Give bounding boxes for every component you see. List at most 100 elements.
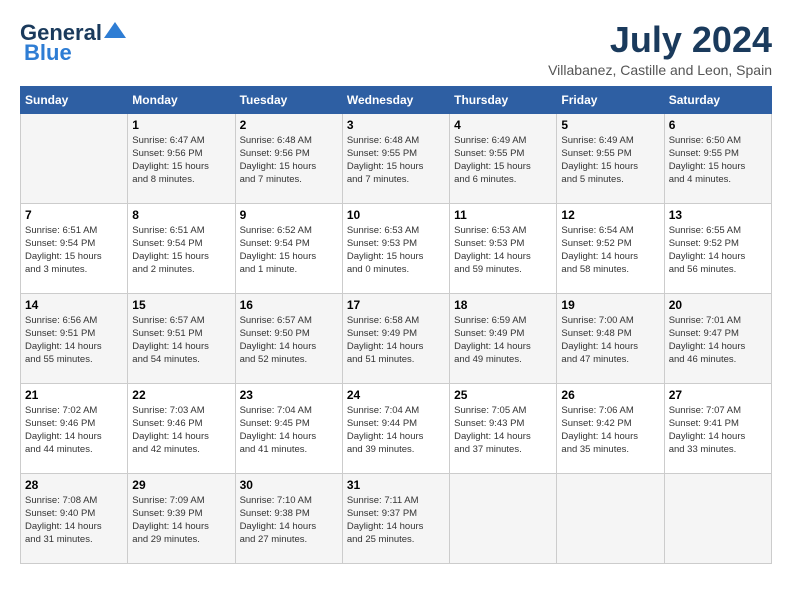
day-info: Sunrise: 6:59 AM Sunset: 9:49 PM Dayligh… <box>454 314 552 367</box>
day-number: 20 <box>669 298 767 312</box>
day-info: Sunrise: 6:49 AM Sunset: 9:55 PM Dayligh… <box>561 134 659 187</box>
day-info: Sunrise: 6:50 AM Sunset: 9:55 PM Dayligh… <box>669 134 767 187</box>
calendar-cell: 8 Sunrise: 6:51 AM Sunset: 9:54 PM Daylig… <box>128 203 235 293</box>
calendar-cell: 30 Sunrise: 7:10 AM Sunset: 9:38 PM Dayli… <box>235 473 342 563</box>
calendar-cell <box>21 113 128 203</box>
day-info: Sunrise: 6:51 AM Sunset: 9:54 PM Dayligh… <box>25 224 123 277</box>
calendar-cell: 4 Sunrise: 6:49 AM Sunset: 9:55 PM Daylig… <box>450 113 557 203</box>
day-info: Sunrise: 6:58 AM Sunset: 9:49 PM Dayligh… <box>347 314 445 367</box>
day-number: 5 <box>561 118 659 132</box>
calendar-cell: 17 Sunrise: 6:58 AM Sunset: 9:49 PM Dayli… <box>342 293 449 383</box>
calendar-cell: 10 Sunrise: 6:53 AM Sunset: 9:53 PM Dayli… <box>342 203 449 293</box>
calendar-cell: 27 Sunrise: 7:07 AM Sunset: 9:41 PM Dayli… <box>664 383 771 473</box>
day-number: 19 <box>561 298 659 312</box>
day-number: 24 <box>347 388 445 402</box>
day-number: 21 <box>25 388 123 402</box>
calendar-cell: 3 Sunrise: 6:48 AM Sunset: 9:55 PM Daylig… <box>342 113 449 203</box>
weekday-friday: Friday <box>557 86 664 113</box>
weekday-sunday: Sunday <box>21 86 128 113</box>
week-row-4: 21 Sunrise: 7:02 AM Sunset: 9:46 PM Dayli… <box>21 383 772 473</box>
day-number: 18 <box>454 298 552 312</box>
calendar-cell: 13Sunrise: 6:55 AM Sunset: 9:52 PM Dayli… <box>664 203 771 293</box>
weekday-saturday: Saturday <box>664 86 771 113</box>
weekday-header-row: SundayMondayTuesdayWednesdayThursdayFrid… <box>21 86 772 113</box>
day-number: 4 <box>454 118 552 132</box>
logo: General Blue <box>20 20 126 66</box>
day-info: Sunrise: 6:57 AM Sunset: 9:51 PM Dayligh… <box>132 314 230 367</box>
day-info: Sunrise: 7:04 AM Sunset: 9:44 PM Dayligh… <box>347 404 445 457</box>
day-number: 1 <box>132 118 230 132</box>
calendar-body: 1 Sunrise: 6:47 AM Sunset: 9:56 PM Daylig… <box>21 113 772 563</box>
day-info: Sunrise: 6:54 AM Sunset: 9:52 PM Dayligh… <box>561 224 659 277</box>
calendar-cell: 21 Sunrise: 7:02 AM Sunset: 9:46 PM Dayli… <box>21 383 128 473</box>
calendar-cell: 28Sunrise: 7:08 AM Sunset: 9:40 PM Dayli… <box>21 473 128 563</box>
day-number: 9 <box>240 208 338 222</box>
title-area: July 2024 Villabanez, Castille and Leon,… <box>548 20 772 78</box>
calendar-cell: 25 Sunrise: 7:05 AM Sunset: 9:43 PM Dayli… <box>450 383 557 473</box>
calendar-cell: 18 Sunrise: 6:59 AM Sunset: 9:49 PM Dayli… <box>450 293 557 383</box>
day-info: Sunrise: 6:49 AM Sunset: 9:55 PM Dayligh… <box>454 134 552 187</box>
calendar-cell: 11Sunrise: 6:53 AM Sunset: 9:53 PM Dayli… <box>450 203 557 293</box>
day-info: Sunrise: 7:06 AM Sunset: 9:42 PM Dayligh… <box>561 404 659 457</box>
day-number: 10 <box>347 208 445 222</box>
calendar-table: SundayMondayTuesdayWednesdayThursdayFrid… <box>20 86 772 564</box>
day-number: 3 <box>347 118 445 132</box>
day-number: 27 <box>669 388 767 402</box>
week-row-5: 28Sunrise: 7:08 AM Sunset: 9:40 PM Dayli… <box>21 473 772 563</box>
day-number: 30 <box>240 478 338 492</box>
week-row-1: 1 Sunrise: 6:47 AM Sunset: 9:56 PM Daylig… <box>21 113 772 203</box>
calendar-cell: 19 Sunrise: 7:00 AM Sunset: 9:48 PM Dayli… <box>557 293 664 383</box>
day-number: 17 <box>347 298 445 312</box>
calendar-cell: 26 Sunrise: 7:06 AM Sunset: 9:42 PM Dayli… <box>557 383 664 473</box>
calendar-cell: 9 Sunrise: 6:52 AM Sunset: 9:54 PM Daylig… <box>235 203 342 293</box>
day-info: Sunrise: 6:53 AM Sunset: 9:53 PM Dayligh… <box>347 224 445 277</box>
day-number: 12 <box>561 208 659 222</box>
day-number: 14 <box>25 298 123 312</box>
logo-blue: Blue <box>24 40 72 66</box>
day-info: Sunrise: 7:01 AM Sunset: 9:47 PM Dayligh… <box>669 314 767 367</box>
day-number: 22 <box>132 388 230 402</box>
calendar-cell: 1 Sunrise: 6:47 AM Sunset: 9:56 PM Daylig… <box>128 113 235 203</box>
day-info: Sunrise: 6:51 AM Sunset: 9:54 PM Dayligh… <box>132 224 230 277</box>
calendar-cell <box>557 473 664 563</box>
week-row-3: 14Sunrise: 6:56 AM Sunset: 9:51 PM Dayli… <box>21 293 772 383</box>
day-info: Sunrise: 7:00 AM Sunset: 9:48 PM Dayligh… <box>561 314 659 367</box>
weekday-wednesday: Wednesday <box>342 86 449 113</box>
week-row-2: 7 Sunrise: 6:51 AM Sunset: 9:54 PM Daylig… <box>21 203 772 293</box>
calendar-cell: 16Sunrise: 6:57 AM Sunset: 9:50 PM Dayli… <box>235 293 342 383</box>
calendar-cell: 20 Sunrise: 7:01 AM Sunset: 9:47 PM Dayli… <box>664 293 771 383</box>
day-info: Sunrise: 6:48 AM Sunset: 9:55 PM Dayligh… <box>347 134 445 187</box>
day-number: 26 <box>561 388 659 402</box>
day-info: Sunrise: 6:53 AM Sunset: 9:53 PM Dayligh… <box>454 224 552 277</box>
day-number: 25 <box>454 388 552 402</box>
day-number: 7 <box>25 208 123 222</box>
day-info: Sunrise: 7:08 AM Sunset: 9:40 PM Dayligh… <box>25 494 123 547</box>
calendar-cell: 6 Sunrise: 6:50 AM Sunset: 9:55 PM Daylig… <box>664 113 771 203</box>
day-number: 8 <box>132 208 230 222</box>
day-info: Sunrise: 7:07 AM Sunset: 9:41 PM Dayligh… <box>669 404 767 457</box>
day-info: Sunrise: 6:48 AM Sunset: 9:56 PM Dayligh… <box>240 134 338 187</box>
calendar-cell: 29Sunrise: 7:09 AM Sunset: 9:39 PM Dayli… <box>128 473 235 563</box>
calendar-cell: 23Sunrise: 7:04 AM Sunset: 9:45 PM Dayli… <box>235 383 342 473</box>
calendar-cell: 2 Sunrise: 6:48 AM Sunset: 9:56 PM Daylig… <box>235 113 342 203</box>
weekday-tuesday: Tuesday <box>235 86 342 113</box>
day-number: 6 <box>669 118 767 132</box>
weekday-thursday: Thursday <box>450 86 557 113</box>
day-info: Sunrise: 7:04 AM Sunset: 9:45 PM Dayligh… <box>240 404 338 457</box>
day-number: 31 <box>347 478 445 492</box>
day-info: Sunrise: 7:05 AM Sunset: 9:43 PM Dayligh… <box>454 404 552 457</box>
day-info: Sunrise: 6:52 AM Sunset: 9:54 PM Dayligh… <box>240 224 338 277</box>
logo-icon <box>104 22 126 38</box>
day-number: 16 <box>240 298 338 312</box>
day-info: Sunrise: 7:02 AM Sunset: 9:46 PM Dayligh… <box>25 404 123 457</box>
day-info: Sunrise: 6:47 AM Sunset: 9:56 PM Dayligh… <box>132 134 230 187</box>
day-number: 15 <box>132 298 230 312</box>
day-info: Sunrise: 7:10 AM Sunset: 9:38 PM Dayligh… <box>240 494 338 547</box>
day-number: 2 <box>240 118 338 132</box>
calendar-cell: 15 Sunrise: 6:57 AM Sunset: 9:51 PM Dayli… <box>128 293 235 383</box>
calendar-cell: 24 Sunrise: 7:04 AM Sunset: 9:44 PM Dayli… <box>342 383 449 473</box>
page-header: General Blue July 2024 Villabanez, Casti… <box>20 20 772 78</box>
calendar-cell: 12 Sunrise: 6:54 AM Sunset: 9:52 PM Dayli… <box>557 203 664 293</box>
calendar-cell: 5 Sunrise: 6:49 AM Sunset: 9:55 PM Daylig… <box>557 113 664 203</box>
day-info: Sunrise: 7:11 AM Sunset: 9:37 PM Dayligh… <box>347 494 445 547</box>
